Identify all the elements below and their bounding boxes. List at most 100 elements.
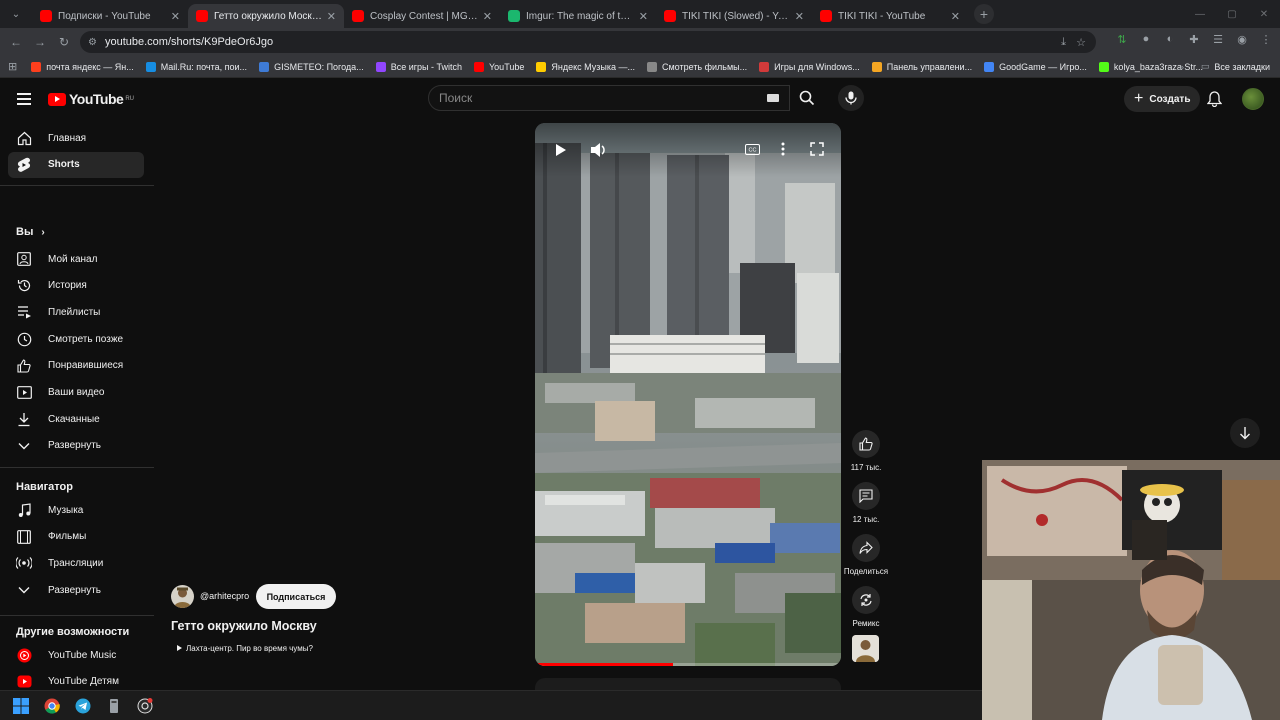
browser-tab[interactable]: Гетто окружило Москву - YouT ✕ (188, 4, 344, 28)
profile-icon[interactable]: ◉ (1234, 31, 1250, 47)
you-section-heading[interactable]: Вы › (16, 226, 45, 238)
new-tab-button[interactable]: + (974, 4, 994, 24)
user-avatar[interactable] (1242, 88, 1264, 110)
fullscreen-icon[interactable] (810, 142, 824, 156)
captions-icon[interactable]: CC (745, 144, 760, 155)
comments-button[interactable] (852, 482, 880, 510)
sidebar-item[interactable]: Скачанные (8, 406, 144, 432)
keyboard-icon[interactable] (767, 94, 779, 102)
all-bookmarks-button[interactable]: ▭ Все закладки (1201, 61, 1270, 72)
sidebar-item[interactable]: Развернуть (8, 433, 144, 459)
video-progress-bar[interactable] (535, 663, 841, 666)
short-title[interactable]: Гетто окружило Москву (171, 619, 317, 633)
bookmark-star-icon[interactable]: ☆ (1076, 36, 1086, 49)
bookmark-item[interactable]: GISMETEO: Погода... (259, 61, 364, 72)
bookmark-item[interactable]: почта яндекс — Ян... (31, 61, 134, 72)
sidebar-item[interactable]: Ваши видео (8, 380, 144, 406)
sidebar-item[interactable]: Понравившиеся (8, 353, 144, 379)
close-tab-icon[interactable]: ✕ (483, 10, 492, 23)
address-bar[interactable]: ⚙ youtube.com/shorts/K9PdeOr6Jgo ⤓ ☆ (80, 31, 1096, 53)
create-button[interactable]: + Создать (1124, 86, 1201, 112)
volume-icon[interactable] (590, 142, 608, 158)
browser-tab[interactable]: TIKI TIKI (Slowed) - YouTube ✕ (656, 4, 812, 28)
like-button[interactable] (852, 430, 880, 458)
bookmark-item[interactable]: Все игры - Twitch (375, 61, 462, 72)
logo-region: RU (125, 96, 134, 102)
bookmark-item[interactable]: Игры для Windows... (759, 61, 860, 72)
browser-tab[interactable]: Подписки - YouTube ✕ (32, 4, 188, 28)
bookmark-item[interactable]: Mail.Ru: почта, пои... (145, 61, 247, 72)
sound-channel-thumbnail[interactable] (852, 635, 879, 662)
sidebar-item[interactable]: YouTube Music (8, 642, 144, 668)
subscribe-button[interactable]: Подписаться (256, 584, 336, 609)
browser-tab[interactable]: Imgur: The magic of the Interne ✕ (500, 4, 656, 28)
sidebar-item[interactable]: Фильмы (8, 524, 144, 550)
extension-icon[interactable]: ⇅ (1114, 31, 1130, 47)
remix-action[interactable]: Ремикс (840, 586, 892, 628)
bookmark-item[interactable]: GoodGame — Игро... (984, 61, 1087, 72)
maximize-button[interactable]: ▢ (1216, 0, 1248, 28)
obs-icon[interactable] (136, 697, 154, 715)
forward-button[interactable]: → (28, 30, 52, 54)
related-video-chip[interactable]: Лахта-центр. Пир во время чумы? (171, 641, 313, 655)
sidebar-item[interactable]: Мой канал (8, 246, 144, 272)
apps-grid-icon[interactable]: ⊞ (8, 60, 17, 73)
close-tab-icon[interactable]: ✕ (795, 10, 804, 23)
sidebar-item-label: Музыка (48, 504, 84, 516)
sidebar-item[interactable]: Музыка (8, 497, 144, 523)
minimize-button[interactable]: — (1184, 0, 1216, 28)
play-icon[interactable] (555, 143, 567, 157)
search-input[interactable]: Поиск (428, 85, 790, 111)
reading-list-icon[interactable]: ☰ (1210, 31, 1226, 47)
share-action[interactable]: Поделиться (840, 534, 892, 576)
extension-icon[interactable]: ◐ (1162, 31, 1178, 47)
close-tab-icon[interactable]: ✕ (327, 10, 336, 23)
channel-avatar[interactable] (171, 585, 194, 608)
browser-tab[interactable]: TIKI TIKI - YouTube ✕ (812, 4, 968, 28)
browser-menu-icon[interactable]: ⋮ (1258, 31, 1274, 47)
site-info-icon[interactable]: ⚙ (88, 37, 97, 48)
close-tab-icon[interactable]: ✕ (171, 10, 180, 23)
sidebar-item[interactable]: История (8, 273, 144, 299)
next-short-button[interactable] (1230, 418, 1260, 448)
extensions-puzzle-icon[interactable]: ✚ (1186, 31, 1202, 47)
close-tab-icon[interactable]: ✕ (639, 10, 648, 23)
share-button[interactable] (852, 534, 880, 562)
bookmark-item[interactable]: YouTube (474, 61, 524, 72)
browser-tab[interactable]: Cosplay Contest | MGSCON 20 ✕ (344, 4, 500, 28)
bookmark-item[interactable]: Панель управлени... (871, 61, 972, 72)
sidebar-item[interactable]: Смотреть позже (8, 326, 144, 352)
bookmark-item[interactable]: Яндекс Музыка —... (536, 61, 635, 72)
sidebar-item[interactable]: Плейлисты (8, 299, 144, 325)
reload-button[interactable]: ↻ (52, 30, 76, 54)
comment-action[interactable]: 12 тыс. (840, 482, 892, 524)
youtube-logo[interactable]: YouTube RU (48, 91, 134, 107)
more-options-icon[interactable] (781, 142, 785, 156)
sidebar-item[interactable]: Главная (8, 125, 144, 151)
close-window-button[interactable]: ✕ (1248, 0, 1280, 28)
bookmark-item[interactable]: kolya_baza3raza Str... (1098, 61, 1203, 72)
search-button[interactable] (790, 85, 824, 111)
back-button[interactable]: ← (4, 30, 28, 54)
sidebar-item[interactable]: Трансляции (8, 550, 144, 576)
more-bookmarks-icon[interactable]: » (1179, 62, 1184, 72)
windows-start-icon[interactable] (12, 697, 30, 715)
install-icon[interactable]: ⤓ (1061, 36, 1066, 49)
close-tab-icon[interactable]: ✕ (951, 10, 960, 23)
app-icon[interactable] (105, 697, 123, 715)
channel-handle[interactable]: @arhitecpro (200, 591, 249, 601)
menu-icon[interactable] (14, 89, 34, 109)
tab-search-button[interactable]: ⌄ (4, 4, 28, 24)
notifications-button[interactable] (1204, 89, 1224, 109)
extension-icon[interactable]: ● (1138, 31, 1154, 47)
short-video-player[interactable]: CC (535, 123, 841, 666)
bookmark-item[interactable]: Смотреть фильмы... (646, 61, 747, 72)
telegram-icon[interactable] (74, 697, 92, 715)
sidebar-item[interactable]: Shorts (8, 151, 144, 178)
remix-button[interactable] (852, 586, 880, 614)
next-short-preview[interactable] (535, 678, 841, 690)
sidebar-item[interactable]: Развернуть (8, 577, 144, 603)
voice-search-button[interactable] (838, 85, 864, 111)
like-action[interactable]: 117 тыс. (840, 430, 892, 472)
chrome-icon[interactable] (43, 697, 61, 715)
